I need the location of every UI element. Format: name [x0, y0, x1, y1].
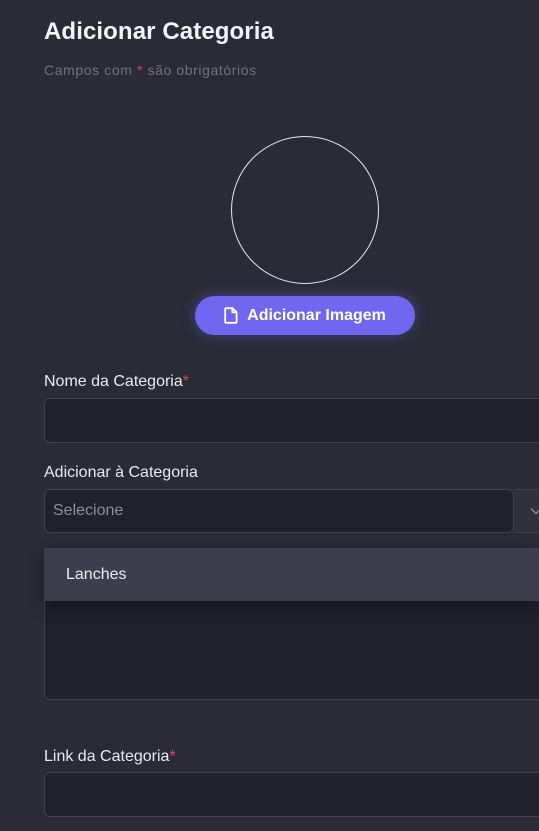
category-link-input[interactable] [44, 772, 539, 817]
required-asterisk: * [169, 748, 176, 765]
note-suffix: são obrigatórios [143, 62, 257, 78]
required-fields-note: Campos com * são obrigatórios [44, 62, 257, 78]
parent-category-label: Adicionar à Categoria [44, 464, 198, 481]
required-asterisk: * [182, 373, 189, 390]
category-name-input[interactable] [44, 398, 539, 443]
note-prefix: Campos com [44, 62, 137, 78]
add-image-label: Adicionar Imagem [247, 306, 386, 324]
add-image-button[interactable]: Adicionar Imagem [195, 296, 415, 335]
parent-category-select[interactable]: Selecione [44, 489, 514, 533]
image-preview-circle [231, 136, 379, 284]
chevron-down-icon[interactable] [514, 489, 539, 533]
category-name-label: Nome da Categoria* [44, 373, 189, 390]
category-link-label: Link da Categoria* [44, 748, 176, 765]
category-description-textarea[interactable] [44, 600, 539, 700]
parent-category-dropdown: Lanches [44, 548, 539, 601]
page-title: Adicionar Categoria [44, 18, 274, 45]
file-icon [224, 307, 238, 324]
dropdown-option-lanches[interactable]: Lanches [66, 548, 127, 601]
